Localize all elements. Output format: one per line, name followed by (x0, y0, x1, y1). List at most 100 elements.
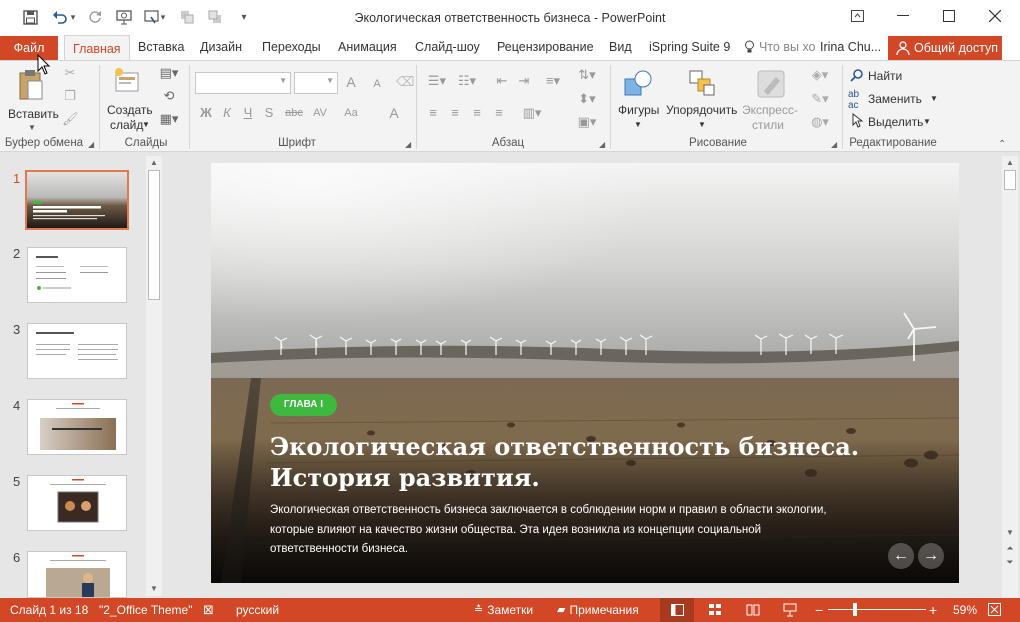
slide-sorter-icon[interactable] (709, 604, 722, 616)
normal-view-button[interactable] (660, 598, 694, 622)
tab-transitions[interactable]: Переходы (262, 34, 321, 60)
tab-ispring[interactable]: iSpring Suite 9 (649, 34, 730, 60)
format-painter-icon[interactable]: 🖌 (62, 111, 79, 127)
reading-view-icon[interactable] (746, 604, 760, 616)
align-left-icon[interactable]: ≡ (424, 105, 442, 121)
tab-animation[interactable]: Анимация (338, 34, 397, 60)
change-case-button[interactable]: Aa (340, 105, 362, 121)
shape-outline-icon[interactable]: ✎▾ (806, 91, 834, 107)
font-name-combo[interactable]: ▼ (195, 72, 291, 94)
scroll-thumb[interactable] (148, 170, 160, 300)
strikethrough-button[interactable]: abc (283, 105, 305, 121)
scroll-up-icon[interactable]: ▲ (148, 158, 160, 168)
tell-me-box[interactable]: Что вы хо (744, 34, 816, 60)
slide-scrollbar[interactable]: ▲ ▼ ⏶ ⏷ (1002, 156, 1018, 598)
tab-slideshow[interactable]: Слайд-шоу (415, 34, 480, 60)
select-button[interactable]: Выделить ▼ (850, 112, 932, 130)
redo-icon[interactable] (84, 7, 106, 27)
paragraph-launcher-icon[interactable]: ◢ (599, 137, 605, 153)
zoom-level[interactable]: 59% (953, 598, 977, 622)
thumbnails-scrollbar[interactable]: ▲ ▼ (146, 156, 162, 596)
present-from-start-icon[interactable] (113, 7, 135, 27)
slide-canvas[interactable]: ГЛАВА I Экологическая ответственность би… (211, 163, 959, 583)
smartart-icon[interactable]: ▣▾ (575, 114, 599, 130)
copy-icon[interactable]: ❐ (62, 88, 78, 104)
scroll-thumb[interactable] (1004, 170, 1016, 190)
user-name[interactable]: Irina Chu... (820, 34, 881, 60)
comments-button[interactable]: ▰ Примечания (557, 598, 639, 622)
section-icon[interactable]: ▦▾ (156, 111, 182, 127)
undo-dropdown-icon[interactable]: ▾ (68, 7, 78, 27)
touch-dropdown-icon[interactable]: ▾ (158, 7, 168, 27)
drawing-launcher-icon[interactable]: ◢ (831, 137, 837, 153)
arrange-button[interactable]: Упорядочить ▼ (666, 65, 738, 135)
save-icon[interactable] (19, 7, 41, 27)
align-text-icon[interactable]: ⬍▾ (575, 91, 599, 107)
shapes-button[interactable]: Фигуры ▼ (614, 65, 662, 135)
paste-button[interactable]: Вставить ▼ (6, 67, 59, 133)
slide-thumbnail-5[interactable] (27, 475, 127, 531)
send-backward-icon[interactable] (204, 7, 226, 27)
cut-icon[interactable]: ✂ (62, 65, 78, 81)
zoom-in-icon[interactable]: + (929, 598, 937, 622)
new-slide-button[interactable]: Создать слайд ▼ (104, 65, 153, 135)
next-arrow-icon[interactable]: → (918, 543, 944, 569)
slideshow-icon[interactable] (783, 603, 797, 617)
tab-design[interactable]: Дизайн (200, 34, 242, 60)
increase-indent-icon[interactable]: ⇥ (515, 73, 533, 89)
align-right-icon[interactable]: ≡ (468, 105, 486, 121)
previous-slide-icon[interactable]: ⏶ (1004, 543, 1016, 555)
spell-check-icon[interactable]: ⊠ (203, 598, 214, 622)
maximize-icon[interactable] (926, 0, 972, 32)
font-size-combo[interactable]: ▼ (294, 72, 338, 94)
font-launcher-icon[interactable]: ◢ (405, 137, 411, 153)
find-button[interactable]: Найти (850, 67, 920, 85)
italic-button[interactable]: К (220, 105, 234, 121)
slide-thumbnail-1[interactable] (25, 170, 129, 230)
customize-qat-icon[interactable]: ▾ (233, 7, 255, 27)
bring-forward-icon[interactable] (176, 7, 198, 27)
decrease-indent-icon[interactable]: ⇤ (493, 73, 511, 89)
clear-formatting-icon[interactable]: ⌫ (396, 74, 414, 90)
tab-view[interactable]: Вид (609, 34, 632, 60)
replace-button[interactable]: ab ac Заменить ▼ (848, 89, 942, 111)
quick-styles-button[interactable]: Экспресс- стили (740, 65, 800, 135)
grow-font-icon[interactable]: A (343, 74, 359, 90)
align-center-icon[interactable]: ≡ (446, 105, 464, 121)
bold-button[interactable]: Ж (198, 105, 214, 121)
scroll-up-icon[interactable]: ▲ (1004, 158, 1016, 168)
tab-review[interactable]: Рецензирование (497, 34, 594, 60)
scroll-down-icon[interactable]: ▼ (148, 584, 160, 594)
prev-arrow-icon[interactable]: ← (888, 543, 914, 569)
shrink-font-icon[interactable]: A (369, 76, 385, 92)
clipboard-launcher-icon[interactable]: ◢ (88, 137, 94, 153)
share-button[interactable]: Общий доступ (888, 36, 1002, 60)
scroll-down-icon[interactable]: ▼ (1004, 528, 1016, 538)
fit-to-window-icon[interactable] (988, 603, 1001, 616)
font-color-button[interactable]: A (386, 105, 402, 121)
notes-button[interactable]: ≛ Заметки (474, 598, 533, 622)
reset-slide-icon[interactable]: ⟲ (156, 88, 182, 104)
line-spacing-icon[interactable]: ≡▾ (541, 73, 565, 89)
zoom-slider-track[interactable] (828, 609, 926, 610)
numbering-icon[interactable]: ☷▾ (454, 73, 480, 89)
shape-fill-icon[interactable]: ◈▾ (806, 67, 834, 83)
slide-thumbnail-3[interactable] (27, 323, 127, 379)
zoom-slider-thumb[interactable] (853, 603, 857, 616)
columns-icon[interactable]: ▥▾ (519, 105, 545, 121)
underline-button[interactable]: Ч (241, 105, 255, 121)
next-slide-icon[interactable]: ⏷ (1004, 557, 1016, 569)
tab-home[interactable]: Главная (64, 35, 130, 61)
slide-thumbnail-6[interactable] (27, 551, 127, 598)
shape-effects-icon[interactable]: ◍▾ (806, 114, 834, 130)
layout-icon[interactable]: ▤▾ (156, 65, 182, 81)
close-icon[interactable] (972, 0, 1018, 32)
slide-thumbnail-4[interactable] (27, 399, 127, 455)
collapse-ribbon-icon[interactable]: ⌃ (998, 137, 1006, 153)
slide-thumbnail-2[interactable] (27, 247, 127, 303)
bullets-icon[interactable]: ☰▾ (424, 73, 450, 89)
ribbon-display-options-icon[interactable] (834, 0, 880, 32)
tab-insert[interactable]: Вставка (138, 34, 184, 60)
character-spacing-button[interactable]: AV (309, 105, 331, 121)
shadow-button[interactable]: S (262, 105, 276, 121)
